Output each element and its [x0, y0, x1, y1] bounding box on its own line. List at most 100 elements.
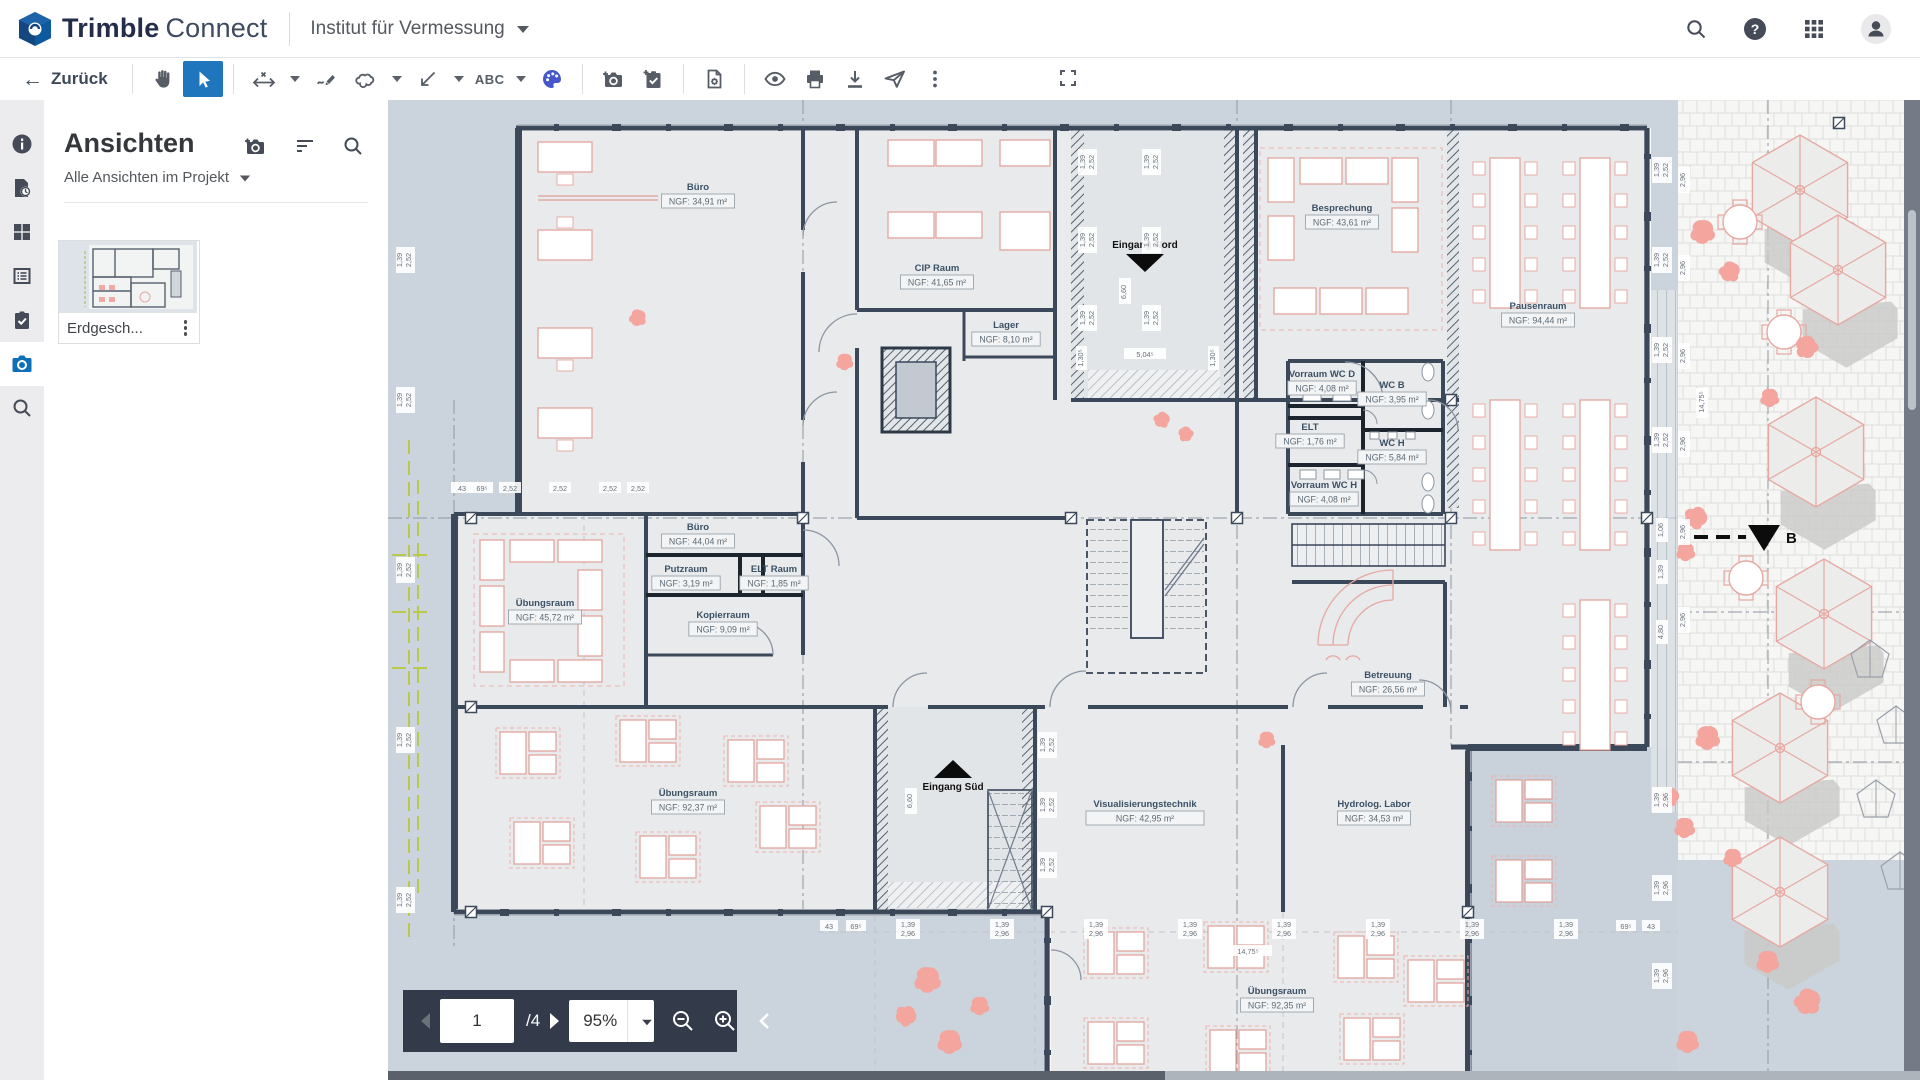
left-icon-rail [0, 100, 45, 1080]
arrow-tool-caret[interactable] [454, 76, 464, 82]
views-filter-dropdown[interactable]: Alle Ansichten im Projekt [64, 169, 368, 186]
freehand-tool-button[interactable] [306, 61, 346, 97]
room-area-label: NGF: 1,76 m² [1283, 437, 1336, 447]
room-label: WC H [1379, 438, 1404, 449]
rail-dashboard[interactable] [0, 210, 44, 254]
printer-icon [803, 67, 827, 91]
share-button[interactable] [875, 61, 915, 97]
cloud-tool-button[interactable] [346, 61, 386, 97]
room-area-label: NGF: 3,19 m² [659, 579, 712, 589]
svg-text:1,39: 1,39 [1652, 343, 1661, 357]
rail-list[interactable] [0, 254, 44, 298]
svg-text:2,52: 2,52 [1661, 163, 1670, 177]
svg-text:2,52: 2,52 [404, 393, 413, 407]
room-area-label: NGF: 44,04 m² [669, 537, 727, 547]
rail-recent-files[interactable] [0, 166, 44, 210]
text-tool-caret[interactable] [516, 76, 526, 82]
sort-icon[interactable] [294, 136, 316, 156]
arrow-line-icon [416, 67, 440, 91]
document-settings-button[interactable] [694, 61, 734, 97]
room-label: Betreuung [1364, 670, 1412, 681]
svg-text:1,39: 1,39 [1277, 920, 1291, 929]
page-number-input[interactable] [440, 999, 514, 1043]
svg-text:1,39: 1,39 [395, 893, 404, 907]
horizontal-scrollbar-thumb[interactable] [388, 1071, 1165, 1080]
rail-info[interactable] [0, 122, 44, 166]
info-icon [11, 133, 33, 155]
svg-text:1,39: 1,39 [1652, 969, 1661, 983]
rail-views[interactable] [0, 342, 44, 386]
view-thumbnail-card[interactable]: Erdgesch... [58, 240, 200, 344]
svg-text:2,52: 2,52 [1661, 343, 1670, 357]
svg-text:1,39: 1,39 [1652, 881, 1661, 895]
add-todo-button[interactable] [633, 61, 673, 97]
add-snapshot-button[interactable] [593, 61, 633, 97]
fullscreen-button[interactable] [1048, 60, 1088, 96]
download-icon [843, 67, 867, 91]
next-page-button[interactable] [550, 1013, 559, 1029]
svg-text:2,52: 2,52 [1087, 311, 1096, 325]
avatar[interactable] [1860, 13, 1892, 45]
cloud-tool-caret[interactable] [392, 76, 402, 82]
project-selector[interactable]: Institut für Vermessung [310, 18, 528, 40]
room-area-label: NGF: 92,35 m² [1248, 1001, 1306, 1011]
trimble-logo[interactable]: TrimbleConnect [18, 11, 267, 47]
select-tool-button[interactable] [183, 61, 223, 97]
pen-icon [314, 67, 338, 91]
svg-text:1,39: 1,39 [1078, 311, 1087, 325]
drawing-toolbar: ←Zurück ABC [0, 58, 1920, 101]
svg-text:1,39: 1,39 [1089, 920, 1103, 929]
zoom-out-button[interactable] [670, 1008, 696, 1034]
revision-cloud-icon [353, 67, 379, 91]
vertical-scrollbar[interactable] [1904, 100, 1920, 1071]
vertical-scrollbar-thumb[interactable] [1908, 210, 1916, 410]
collapse-toolbar-button[interactable] [754, 1010, 776, 1032]
view-kebab-menu[interactable] [180, 316, 192, 340]
print-button[interactable] [795, 61, 835, 97]
room-area-label: NGF: 1,85 m² [747, 579, 800, 589]
svg-text:2,96: 2,96 [1678, 349, 1687, 363]
zoom-level-dropdown[interactable]: 95% [569, 1000, 654, 1042]
svg-text:2,52: 2,52 [1047, 738, 1056, 752]
add-view-camera-icon[interactable] [242, 134, 268, 158]
download-button[interactable] [835, 61, 875, 97]
hand-icon [151, 67, 175, 91]
svg-text:1,30⁵: 1,30⁵ [1208, 349, 1217, 366]
svg-text:1,39: 1,39 [1652, 163, 1661, 177]
toolbar-separator [683, 64, 684, 94]
room-area-label: NGF: 5,84 m² [1365, 453, 1418, 463]
svg-text:2,96: 2,96 [1183, 929, 1197, 938]
rail-search[interactable] [0, 386, 44, 430]
search-icon[interactable] [1684, 17, 1708, 41]
text-tool-button[interactable]: ABC [470, 61, 510, 97]
svg-text:2,96: 2,96 [1559, 929, 1573, 938]
prev-page-button[interactable] [421, 1013, 430, 1029]
chevron-down-icon [240, 176, 250, 182]
visibility-button[interactable] [755, 61, 795, 97]
svg-text:1,39: 1,39 [1656, 565, 1665, 579]
back-button[interactable]: ←Zurück [22, 69, 108, 90]
measure-tool-caret[interactable] [290, 76, 300, 82]
measure-tool-button[interactable] [244, 61, 284, 97]
plan-canvas[interactable]: BüroNGF: 34,91 m²CIP RaumNGF: 41,65 m²La… [388, 100, 1920, 1080]
arrow-tool-button[interactable] [408, 61, 448, 97]
pan-tool-button[interactable] [143, 61, 183, 97]
views-filter-label: Alle Ansichten im Projekt [64, 169, 229, 186]
horizontal-scrollbar[interactable] [388, 1071, 1920, 1080]
elevator [882, 348, 950, 432]
zoom-in-button[interactable] [712, 1008, 738, 1034]
abc-icon: ABC [475, 72, 505, 87]
help-icon[interactable]: ? [1742, 16, 1768, 42]
search-icon[interactable] [342, 135, 364, 157]
svg-text:4,80: 4,80 [1656, 625, 1665, 639]
room-label: Übungsraum [1248, 986, 1307, 997]
color-palette-button[interactable] [532, 61, 572, 97]
room-label: CIP Raum [915, 263, 960, 274]
svg-text:2,96: 2,96 [1678, 261, 1687, 275]
toolbar-separator [132, 64, 133, 94]
svg-text:1,39: 1,39 [1038, 798, 1047, 812]
more-options-button[interactable] [915, 61, 955, 97]
apps-grid-icon[interactable] [1802, 17, 1826, 41]
room-label: WC B [1379, 380, 1404, 391]
rail-todos[interactable] [0, 298, 44, 342]
